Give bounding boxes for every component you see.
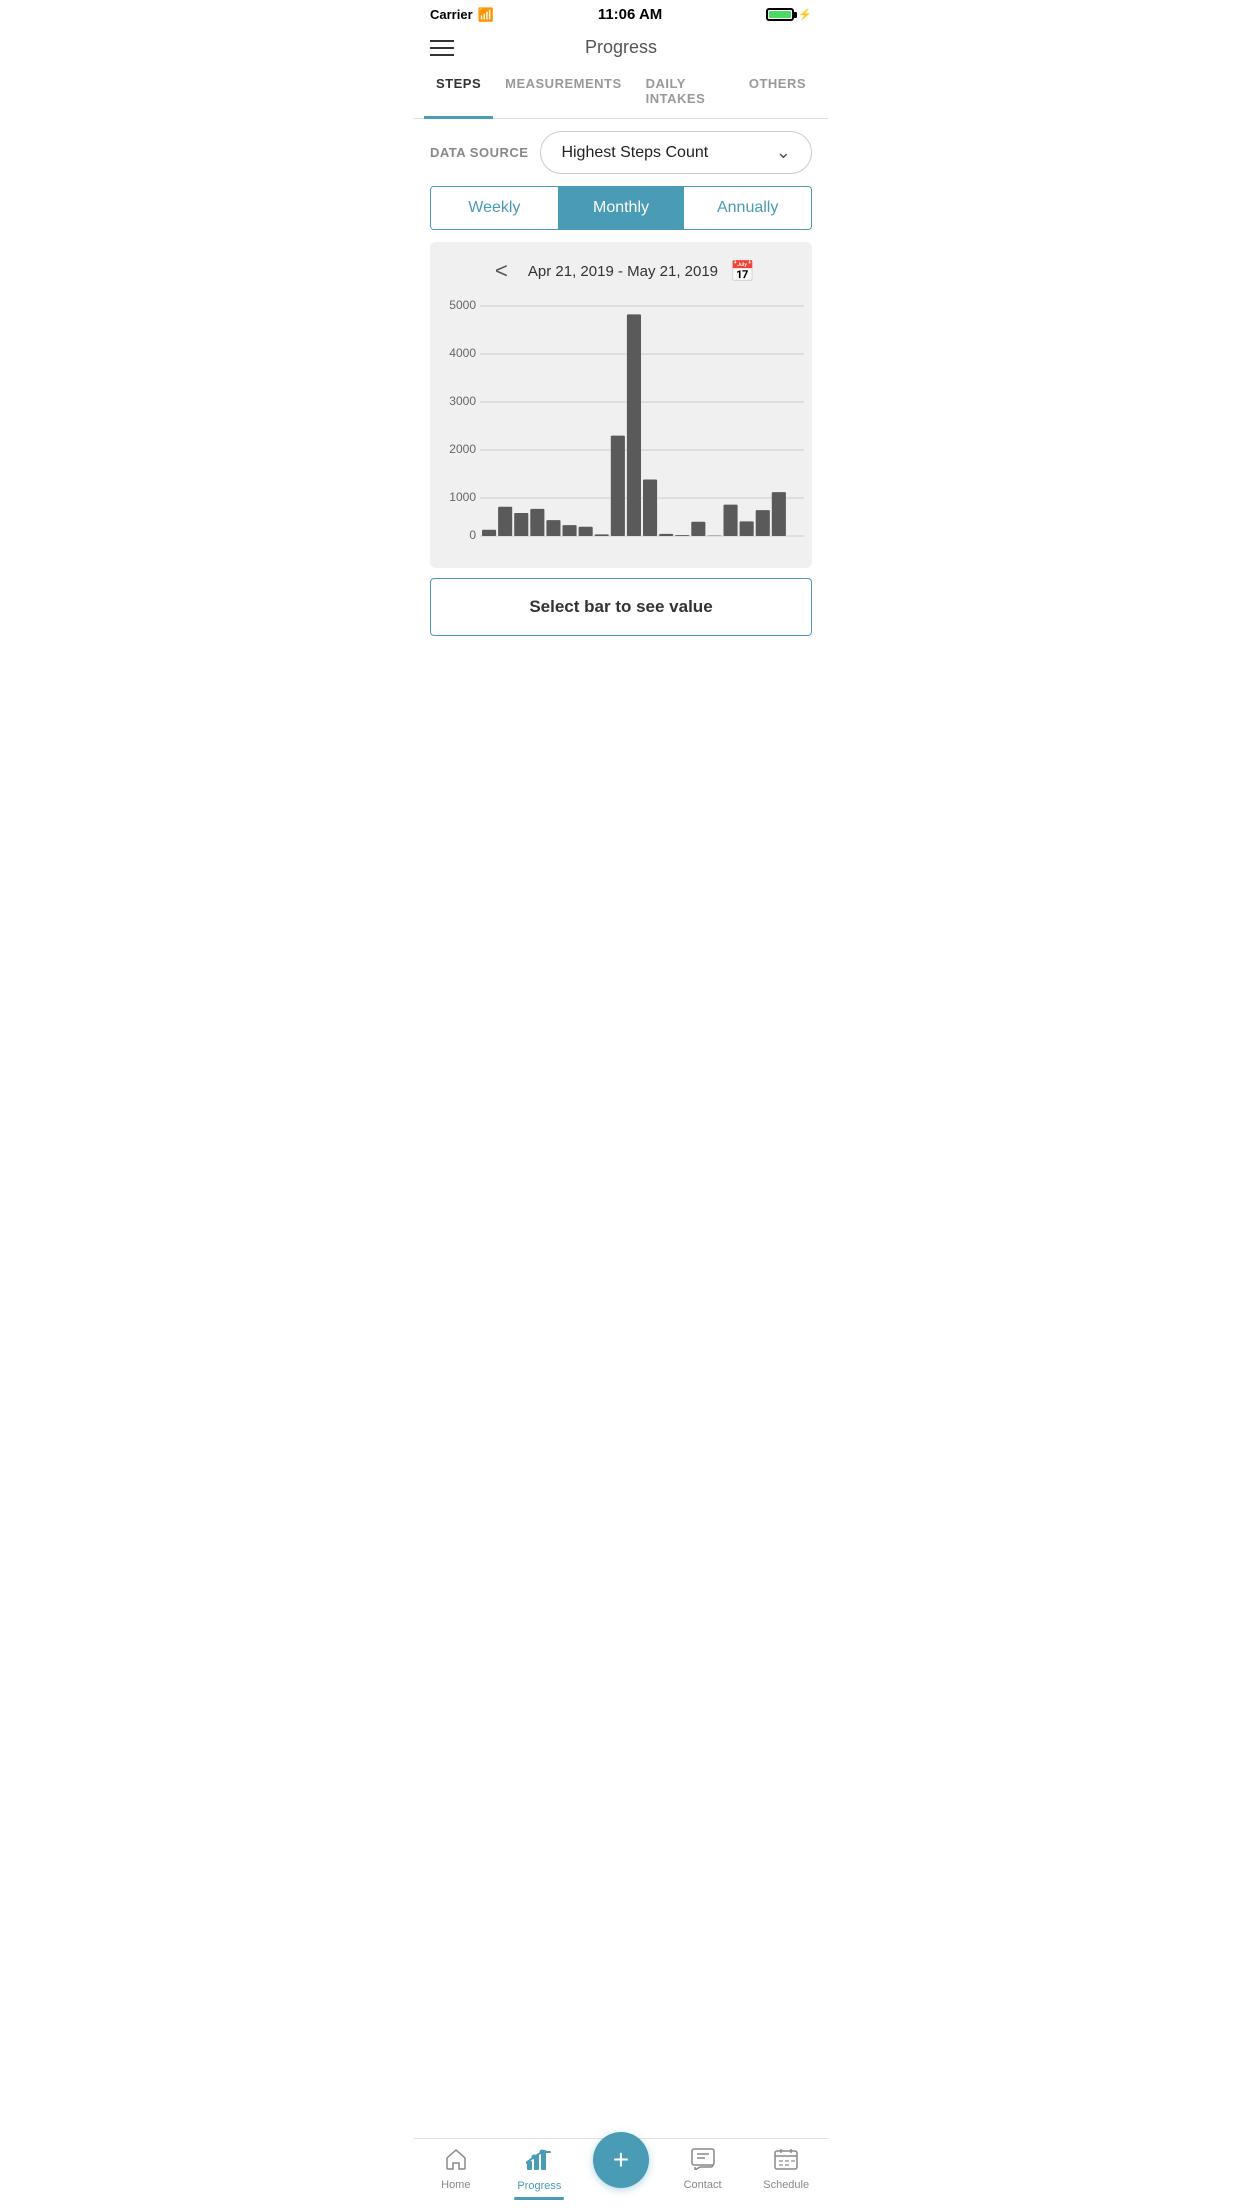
svg-text:4000: 4000 — [449, 346, 476, 360]
nav-schedule-label: Schedule — [763, 2179, 809, 2191]
data-source-row: DATA SOURCE Highest Steps Count ⌄ — [414, 119, 828, 186]
contact-icon — [691, 2148, 715, 2176]
bar[interactable] — [546, 520, 560, 536]
battery-icon — [766, 8, 794, 21]
bar[interactable] — [514, 513, 528, 536]
status-time: 11:06 AM — [598, 6, 662, 23]
bars-group[interactable] — [482, 314, 786, 536]
tab-daily-intakes[interactable]: DAILY INTAKES — [634, 66, 737, 118]
chart-icon — [526, 2147, 552, 2177]
bar[interactable] — [675, 535, 689, 536]
hamburger-menu[interactable] — [430, 40, 454, 56]
svg-text:2000: 2000 — [449, 442, 476, 456]
bar[interactable] — [595, 534, 609, 536]
bar[interactable] — [756, 510, 770, 536]
nav-home-label: Home — [441, 2179, 470, 2191]
hamburger-line-1 — [430, 40, 454, 42]
nav-contact-label: Contact — [684, 2179, 722, 2191]
battery-fill — [769, 11, 791, 18]
svg-text:5000: 5000 — [449, 298, 476, 312]
svg-text:1000: 1000 — [449, 490, 476, 504]
tab-measurements[interactable]: MEASUREMENTS — [493, 66, 634, 118]
chart-container: < Apr 21, 2019 - May 21, 2019 📅 5000 400… — [430, 242, 812, 568]
bar[interactable] — [530, 509, 544, 536]
bottom-nav: Home Progress + Con — [414, 2138, 828, 2208]
data-source-value: Highest Steps Count — [561, 144, 708, 162]
period-annually[interactable]: Annually — [684, 187, 811, 229]
carrier-label: Carrier — [430, 7, 473, 22]
hamburger-line-3 — [430, 54, 454, 56]
nav-progress[interactable]: Progress — [509, 2147, 569, 2192]
bar[interactable] — [643, 480, 657, 536]
select-bar-box[interactable]: Select bar to see value — [430, 578, 812, 636]
tab-others[interactable]: OTHERS — [737, 66, 818, 118]
select-bar-text: Select bar to see value — [529, 597, 712, 616]
wifi-icon: 📶 — [478, 7, 494, 23]
status-bar: Carrier 📶 11:06 AM ⚡ — [414, 0, 828, 27]
data-source-label: DATA SOURCE — [430, 145, 528, 160]
bar[interactable] — [691, 522, 705, 536]
schedule-icon — [774, 2148, 798, 2176]
bar[interactable] — [611, 436, 625, 536]
bar[interactable] — [772, 492, 786, 536]
nav-home[interactable]: Home — [426, 2148, 486, 2191]
chevron-down-icon: ⌄ — [776, 142, 791, 163]
tab-steps[interactable]: STEPS — [424, 66, 493, 118]
bar[interactable] — [724, 505, 738, 536]
nav-contact[interactable]: Contact — [673, 2148, 733, 2191]
bar[interactable] — [579, 527, 593, 536]
bar[interactable] — [659, 534, 673, 536]
hamburger-line-2 — [430, 47, 454, 49]
header: Progress — [414, 27, 828, 66]
nav-progress-label: Progress — [517, 2180, 561, 2192]
bar[interactable] — [498, 507, 512, 536]
chart-header: < Apr 21, 2019 - May 21, 2019 📅 — [438, 258, 804, 296]
chart-svg-area: 5000 4000 3000 2000 1000 0 — [438, 296, 804, 556]
bar[interactable] — [563, 525, 577, 536]
bar[interactable] — [740, 521, 754, 536]
svg-text:0: 0 — [469, 528, 476, 542]
calendar-icon[interactable]: 📅 — [730, 259, 755, 284]
nav-schedule[interactable]: Schedule — [756, 2148, 816, 2191]
period-monthly[interactable]: Monthly — [558, 187, 685, 229]
data-source-dropdown[interactable]: Highest Steps Count ⌄ — [540, 131, 812, 174]
bar[interactable] — [627, 314, 641, 536]
bolt-icon: ⚡ — [798, 8, 812, 21]
chart-date-range: Apr 21, 2019 - May 21, 2019 — [528, 263, 718, 280]
status-right: ⚡ — [766, 8, 812, 21]
header-title: Progress — [585, 37, 657, 58]
add-button[interactable]: + — [593, 2132, 649, 2188]
bar-chart-svg: 5000 4000 3000 2000 1000 0 — [438, 296, 804, 556]
nav-progress-underline — [514, 2197, 564, 2200]
home-icon — [444, 2148, 468, 2176]
bar[interactable] — [482, 530, 496, 536]
period-toggle: Weekly Monthly Annually — [430, 186, 812, 230]
chart-prev-button[interactable]: < — [487, 258, 516, 284]
tabs-row: STEPS MEASUREMENTS DAILY INTAKES OTHERS — [414, 66, 828, 119]
plus-icon: + — [613, 2146, 629, 2174]
period-weekly[interactable]: Weekly — [431, 187, 558, 229]
svg-text:3000: 3000 — [449, 394, 476, 408]
status-left: Carrier 📶 — [430, 7, 494, 23]
